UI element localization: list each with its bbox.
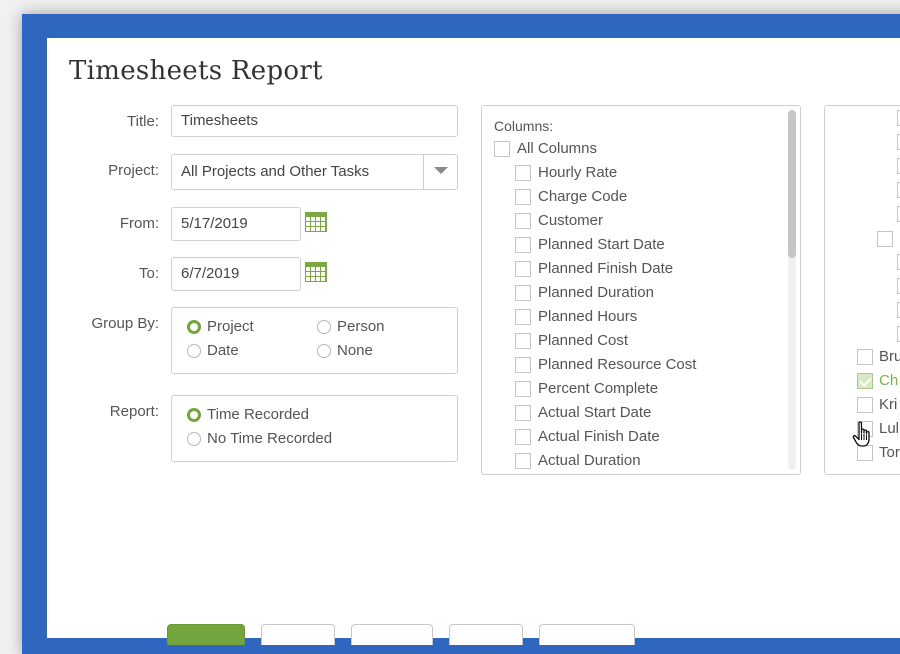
columns-scrollbar[interactable] (788, 110, 796, 470)
checkbox-label: Planned Hours (538, 308, 638, 325)
button[interactable] (261, 624, 335, 645)
checkbox-icon (857, 396, 873, 413)
column-checkbox[interactable]: Planned Duration (515, 284, 654, 301)
group-by-label: Group By: (91, 315, 159, 332)
columns-heading: Columns: (494, 118, 554, 134)
checkbox-icon (515, 284, 531, 301)
title-input[interactable]: Timesheets (171, 105, 458, 137)
report-dialog: Timesheets Report Title: Timesheets Proj… (47, 38, 900, 645)
columns-panel[interactable]: Columns: All Columns Hourly Rate Charge … (481, 105, 801, 475)
checkbox-label: Ch (879, 372, 899, 389)
column-checkbox[interactable]: Planned Finish Date (515, 260, 673, 277)
checkbox-label: Actual Finish Date (538, 428, 660, 445)
column-checkbox[interactable]: Planned Hours (515, 308, 637, 325)
column-checkbox[interactable]: Hourly Rate (515, 164, 617, 181)
column-checkbox[interactable]: Actual Start Date (515, 404, 651, 421)
group-by-project-radio[interactable]: Project (187, 318, 254, 335)
column-checkbox[interactable]: Planned Resource Cost (515, 356, 696, 373)
checkbox-label: Tor (879, 444, 900, 461)
checkbox-label: Kri (879, 396, 898, 413)
column-checkbox[interactable]: Planned Cost (515, 332, 628, 349)
column-checkbox[interactable]: Actual Duration (515, 452, 641, 469)
checkbox-icon (515, 260, 531, 277)
group-by-date-radio[interactable]: Date (187, 342, 239, 359)
checkbox-label: Planned Cost (538, 332, 629, 349)
checkbox-icon (515, 404, 531, 421)
checkbox-icon (494, 140, 510, 157)
person-checkbox[interactable]: Ch (857, 372, 898, 389)
radio-label: Person (337, 318, 385, 335)
radio-label: None (337, 342, 373, 359)
chevron-down-icon[interactable] (423, 155, 457, 189)
column-checkbox-all[interactable]: All Columns (494, 140, 597, 157)
column-checkbox[interactable]: Charge Code (515, 188, 627, 205)
to-date-input[interactable]: 6/7/2019 (171, 257, 301, 291)
checkbox-icon (515, 308, 531, 325)
project-select-value: All Projects and Other Tasks (181, 163, 370, 180)
radio-selected-icon (187, 407, 201, 422)
column-checkbox[interactable]: Percent Complete (515, 380, 658, 397)
person-checkbox[interactable]: Bru (857, 348, 900, 365)
radio-icon (187, 343, 201, 358)
checkbox-label: Customer (538, 212, 604, 229)
checkbox-icon (515, 212, 531, 229)
checkbox-icon (515, 236, 531, 253)
checkbox-label: Actual Duration (538, 452, 641, 469)
checkbox-label: Planned Finish Date (538, 260, 674, 277)
column-checkbox[interactable]: Planned Start Date (515, 236, 665, 253)
button[interactable] (449, 624, 523, 645)
calendar-icon[interactable] (305, 262, 327, 282)
dialog-title: Timesheets Report (69, 56, 323, 86)
checkbox-label: Percent Complete (538, 380, 659, 397)
group-by-person-radio[interactable]: Person (317, 318, 385, 335)
checkbox-label: Charge Code (538, 188, 628, 205)
checkbox-icon (515, 356, 531, 373)
report-no-time-recorded-radio[interactable]: No Time Recorded (187, 430, 332, 447)
radio-selected-icon (187, 319, 201, 334)
column-checkbox[interactable]: Actual Finish Date (515, 428, 660, 445)
project-select[interactable]: All Projects and Other Tasks (171, 154, 458, 190)
radio-icon (317, 343, 331, 358)
button[interactable] (539, 624, 635, 645)
checkbox-icon[interactable] (877, 231, 893, 247)
checkbox-label: Planned Start Date (538, 236, 665, 253)
report-time-recorded-radio[interactable]: Time Recorded (187, 406, 309, 423)
checkbox-icon (515, 164, 531, 181)
primary-button[interactable] (167, 624, 245, 645)
checkbox-label: Planned Resource Cost (538, 356, 697, 373)
checkbox-label: Actual Start Date (538, 404, 652, 421)
column-checkbox[interactable]: Customer (515, 212, 603, 229)
checkbox-icon (515, 452, 531, 469)
checkbox-label: Bru (879, 348, 900, 365)
checkbox-label: Hourly Rate (538, 164, 618, 181)
title-label: Title: (127, 113, 159, 130)
checkbox-icon (515, 428, 531, 445)
checkbox-label: Lul (879, 420, 900, 437)
checkbox-label: All Columns (517, 140, 598, 157)
hand-cursor-icon (852, 421, 870, 447)
scrollbar-thumb[interactable] (788, 110, 796, 258)
radio-icon (317, 319, 331, 334)
calendar-icon[interactable] (305, 212, 327, 232)
person-checkbox[interactable]: Kri (857, 396, 897, 413)
button[interactable] (351, 624, 433, 645)
radio-label: No Time Recorded (207, 430, 333, 447)
people-panel[interactable]: Bru Ch Kri Lul Tor (824, 105, 900, 475)
checkbox-icon (857, 348, 873, 365)
radio-label: Project (207, 318, 254, 335)
radio-label: Date (207, 342, 239, 359)
checkbox-icon (515, 188, 531, 205)
report-label: Report: (109, 403, 159, 420)
checkbox-label: Planned Duration (538, 284, 654, 301)
checkbox-icon (515, 332, 531, 349)
checkbox-checked-icon (857, 372, 873, 389)
from-date-input[interactable]: 5/17/2019 (171, 207, 301, 241)
group-by-none-radio[interactable]: None (317, 342, 373, 359)
checkbox-icon (515, 380, 531, 397)
to-label: To: (138, 265, 159, 282)
project-label: Project: (108, 162, 159, 179)
radio-label: Time Recorded (207, 406, 309, 423)
radio-icon (187, 431, 201, 446)
from-label: From: (119, 215, 159, 232)
